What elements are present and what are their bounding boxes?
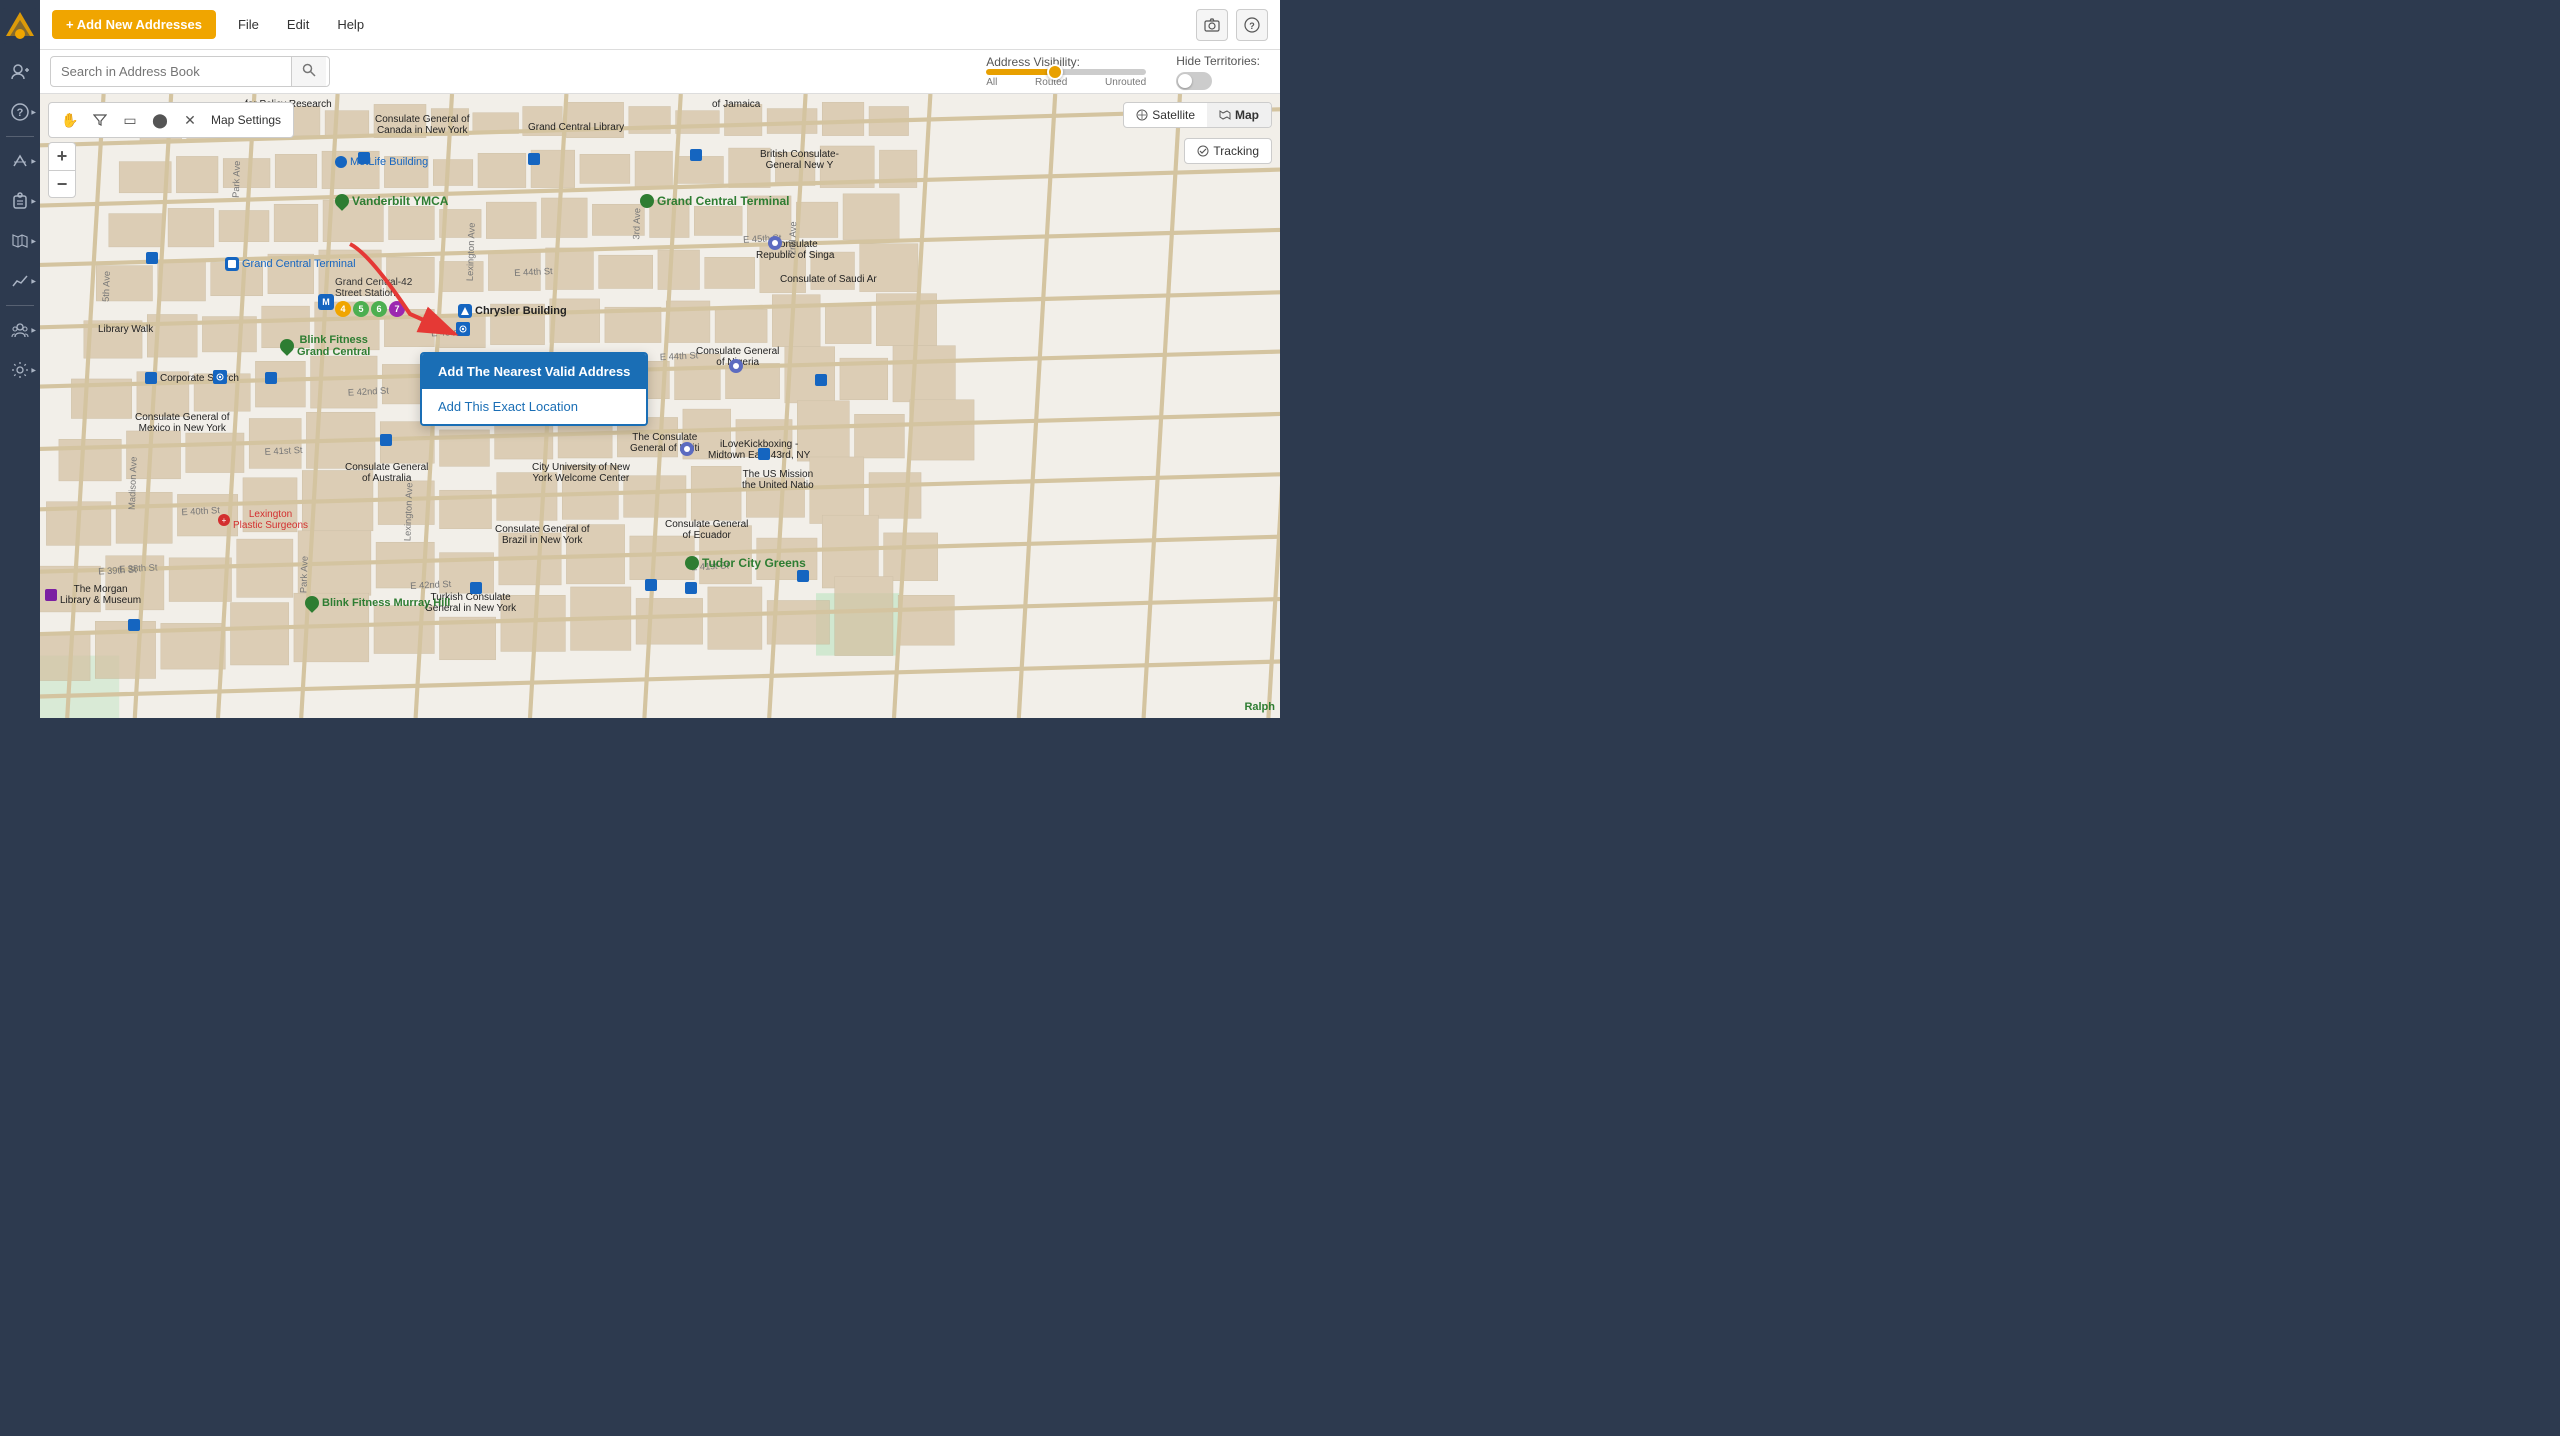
svg-text:Madison Ave: Madison Ave — [127, 456, 139, 510]
sidebar-item-analytics[interactable] — [2, 263, 38, 299]
blue-pin-11 — [645, 579, 657, 591]
satellite-view-button[interactable]: Satellite — [1124, 103, 1207, 127]
settings-pin-corporate — [213, 370, 227, 384]
red-arrow — [330, 234, 490, 354]
blue-pin-8 — [358, 152, 370, 164]
blue-pin-5 — [685, 582, 697, 594]
map-type-toggle: Satellite Map — [1123, 102, 1272, 128]
search-input-wrap — [50, 56, 330, 87]
svg-text:Lexington Ave: Lexington Ave — [402, 482, 414, 541]
menu-edit[interactable]: Edit — [281, 13, 315, 36]
add-new-addresses-button[interactable]: + Add New Addresses — [52, 10, 216, 39]
zoom-controls: + − — [48, 142, 76, 198]
svg-text:E 44th St: E 44th St — [660, 350, 699, 362]
blue-pin-1 — [146, 252, 158, 264]
visibility-label: Address Visibility: — [986, 55, 1080, 69]
blue-pin-2 — [265, 372, 277, 384]
visibility-controls: Address Visibility: All Routed Unrouted — [986, 55, 1146, 88]
context-menu: Add The Nearest Valid Address Add This E… — [420, 352, 648, 426]
tracking-label: Tracking — [1213, 144, 1259, 158]
visibility-slider[interactable] — [986, 69, 1146, 75]
filter-tool-button[interactable] — [87, 107, 113, 133]
sidebar-item-team[interactable] — [2, 312, 38, 348]
add-nearest-valid-address-button[interactable]: Add The Nearest Valid Address — [422, 354, 646, 389]
hand-tool-button[interactable]: ✋ — [57, 107, 83, 133]
svg-text:?: ? — [17, 107, 24, 119]
map-settings-label[interactable]: Map Settings — [207, 113, 285, 127]
satellite-label: Satellite — [1152, 108, 1195, 122]
app-logo[interactable] — [2, 8, 38, 44]
sidebar-divider-1 — [6, 136, 34, 137]
sidebar-item-settings[interactable] — [2, 352, 38, 388]
map-svg: E 44th St E 43rd St E 42nd St E 41st St … — [40, 94, 1280, 718]
search-button[interactable] — [291, 57, 326, 86]
visibility-area: Address Visibility: All Routed Unrouted … — [986, 54, 1270, 90]
blue-pin-12 — [528, 153, 540, 165]
search-bar-area: Address Visibility: All Routed Unrouted … — [40, 50, 1280, 94]
blue-pin-13 — [380, 434, 392, 446]
svg-text:Park Ave: Park Ave — [231, 161, 242, 199]
svg-text:E 41st St: E 41st St — [691, 560, 730, 572]
map-background: E 44th St E 43rd St E 42nd St E 41st St … — [40, 94, 1280, 718]
svg-text:E 44th St: E 44th St — [514, 266, 553, 278]
help-icon-button[interactable]: ? — [1236, 9, 1268, 41]
menu-file[interactable]: File — [232, 13, 265, 36]
rect-tool-button[interactable]: ▭ — [117, 107, 143, 133]
svg-text:3rd Ave: 3rd Ave — [631, 208, 642, 240]
map-label: Map — [1235, 108, 1259, 122]
sidebar-item-help[interactable]: ? — [2, 94, 38, 130]
zoom-in-button[interactable]: + — [48, 142, 76, 170]
svg-text:E 41st St: E 41st St — [264, 445, 303, 457]
territories-toggle[interactable] — [1176, 72, 1212, 90]
consulate-haiti-pin — [680, 442, 694, 456]
blue-pin-10 — [815, 374, 827, 386]
map-toolbar: ✋ ▭ ⬤ ✕ Map Settings — [48, 102, 294, 138]
blue-pin-6 — [690, 149, 702, 161]
blue-pin-4 — [470, 582, 482, 594]
topbar-icons: ? — [1196, 9, 1268, 41]
svg-text:?: ? — [1249, 21, 1255, 31]
hide-territories-label: Hide Territories: — [1176, 54, 1260, 68]
slider-label-all: All — [986, 77, 997, 88]
consulate-nigeria-pin — [729, 359, 743, 373]
sidebar-item-routes[interactable] — [2, 143, 38, 179]
svg-text:E 38th St: E 38th St — [119, 562, 158, 574]
svg-text:2nd Ave: 2nd Ave — [787, 221, 798, 255]
svg-text:5th Ave: 5th Ave — [101, 271, 112, 302]
sidebar-item-add-user[interactable] — [2, 54, 38, 90]
sidebar-divider-2 — [6, 305, 34, 306]
sidebar-item-orders[interactable] — [2, 183, 38, 219]
sidebar: ? — [0, 0, 40, 718]
blue-pin-3 — [758, 448, 770, 460]
search-input[interactable] — [51, 58, 291, 85]
svg-text:Park Ave: Park Ave — [298, 556, 309, 594]
add-exact-location-button[interactable]: Add This Exact Location — [422, 389, 646, 424]
tracking-button[interactable]: Tracking — [1184, 138, 1272, 164]
sidebar-item-map[interactable] — [2, 223, 38, 259]
slider-label-unrouted: Unrouted — [1105, 77, 1146, 88]
map-view-button[interactable]: Map — [1207, 103, 1271, 127]
circle-tool-button[interactable]: ⬤ — [147, 107, 173, 133]
main-area: + Add New Addresses File Edit Help ? — [40, 0, 1280, 718]
map-area[interactable]: E 44th St E 43rd St E 42nd St E 41st St … — [40, 94, 1280, 718]
hide-territories-controls: Hide Territories: — [1176, 54, 1260, 90]
svg-text:E 40th St: E 40th St — [181, 505, 220, 517]
topbar: + Add New Addresses File Edit Help ? — [40, 0, 1280, 50]
blue-pin-7 — [128, 619, 140, 631]
consulate-singapore-pin — [768, 236, 782, 250]
close-tool-button[interactable]: ✕ — [177, 107, 203, 133]
zoom-out-button[interactable]: − — [48, 170, 76, 198]
camera-icon-button[interactable] — [1196, 9, 1228, 41]
blue-pin-9 — [797, 570, 809, 582]
menu-help[interactable]: Help — [331, 13, 370, 36]
